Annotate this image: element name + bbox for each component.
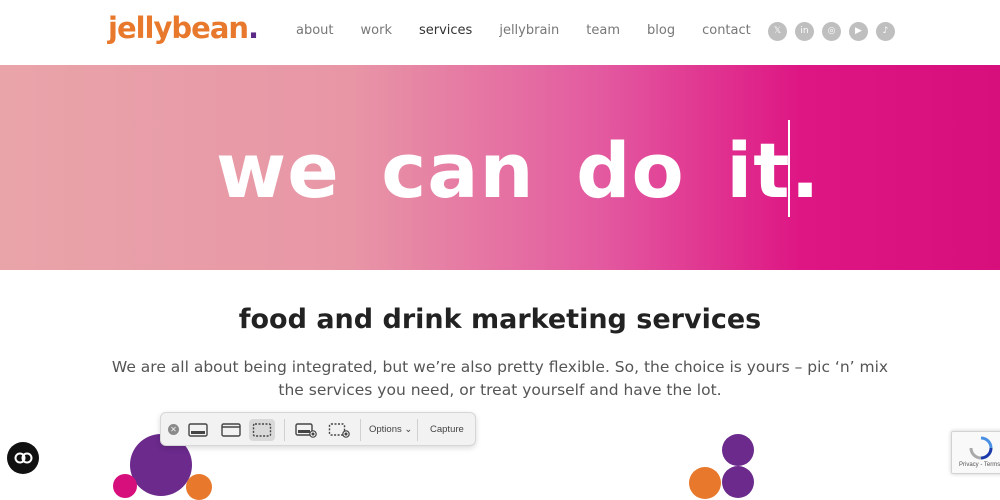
capture-button[interactable]: Capture <box>430 424 464 435</box>
logo-dot: . <box>248 11 259 45</box>
decorative-circle-purple-right <box>722 434 754 466</box>
recaptcha-privacy-terms: Privacy - Terms <box>959 462 1000 468</box>
nav-about[interactable]: about <box>296 23 334 39</box>
accessibility-widget-button[interactable] <box>7 442 39 474</box>
record-selection-icon <box>328 423 350 438</box>
main-nav: about work services jellybrain team blog… <box>296 23 778 39</box>
tiktok-icon[interactable]: ♪ <box>876 22 895 41</box>
record-screen-icon <box>295 423 317 438</box>
nav-team[interactable]: team <box>586 23 620 39</box>
nav-blog[interactable]: blog <box>647 23 675 39</box>
nav-jellybrain[interactable]: jellybrain <box>499 23 559 39</box>
youtube-icon[interactable]: ▶ <box>849 22 868 41</box>
screenshot-toolbar: ✕ Options ⌄ Capture <box>160 412 476 446</box>
typing-cursor <box>788 120 790 217</box>
capture-entire-screen-button[interactable] <box>185 419 211 441</box>
social-links: 𝕏 in ◎ ▶ ♪ <box>768 22 895 41</box>
nav-contact[interactable]: contact <box>702 23 751 39</box>
decorative-circle-purple-right-2 <box>722 466 754 498</box>
decorative-circle-orange-right <box>689 467 721 499</box>
recaptcha-icon <box>969 436 993 460</box>
accessibility-widget-icon <box>14 452 33 464</box>
hero-headline: we can do it. <box>216 126 821 215</box>
logo-text: jellybean <box>108 11 249 45</box>
window-icon <box>221 423 241 437</box>
capture-window-button[interactable] <box>218 419 244 441</box>
instagram-icon[interactable]: ◎ <box>822 22 841 41</box>
services-title: food and drink marketing services <box>238 304 762 335</box>
hero-banner: we can do it. <box>0 65 1000 270</box>
toolbar-divider <box>417 419 418 441</box>
services-description: We are all about being integrated, but w… <box>111 358 889 399</box>
toolbar-divider <box>284 419 285 441</box>
recaptcha-badge[interactable]: Privacy - Terms <box>951 431 1000 474</box>
entire-screen-icon <box>188 423 208 437</box>
site-header: jellybean. about work services jellybrai… <box>0 0 1000 65</box>
decorative-circle-pink-left <box>113 474 137 498</box>
options-label: Options <box>369 424 402 435</box>
chevron-down-icon: ⌄ <box>401 424 413 435</box>
decorative-circle-orange-left <box>186 474 212 500</box>
linkedin-icon[interactable]: in <box>795 22 814 41</box>
selection-icon <box>252 423 272 437</box>
options-menu[interactable]: Options ⌄ <box>369 424 412 435</box>
record-selection-button[interactable] <box>325 419 351 441</box>
capture-selection-button[interactable] <box>249 419 275 441</box>
nav-services[interactable]: services <box>419 23 472 39</box>
close-icon[interactable]: ✕ <box>168 424 179 435</box>
jellybean-logo[interactable]: jellybean. <box>108 11 259 45</box>
record-screen-button[interactable] <box>292 419 318 441</box>
toolbar-divider <box>360 419 361 441</box>
nav-work[interactable]: work <box>361 23 392 39</box>
x-icon[interactable]: 𝕏 <box>768 22 787 41</box>
